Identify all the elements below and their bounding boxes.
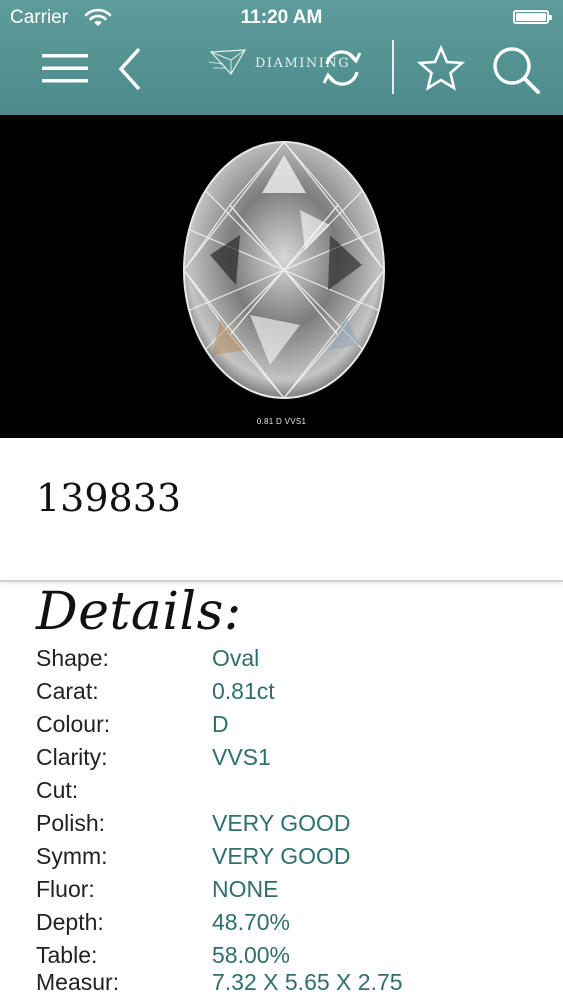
detail-row-cut: Cut: xyxy=(0,777,563,809)
detail-label: Fluor: xyxy=(36,876,95,902)
battery-icon xyxy=(513,10,552,24)
back-chevron-icon[interactable] xyxy=(112,44,148,94)
detail-row-measurements: Measur: 7.32 X 5.65 X 2.75 xyxy=(0,969,563,1001)
top-bar: Carrier 11:20 AM DIAMINING xyxy=(0,0,563,115)
detail-row-fluor: Fluor: NONE xyxy=(0,876,563,908)
menu-icon[interactable] xyxy=(40,50,90,86)
detail-label: Table: xyxy=(36,942,98,968)
diamond-logo-icon xyxy=(208,49,247,76)
stock-number-section: 139833 xyxy=(0,438,563,582)
diamond-photo: 0.81 D VVS1 xyxy=(0,115,563,438)
detail-value: VERY GOOD xyxy=(212,843,351,869)
detail-label: Measur: xyxy=(36,969,120,995)
detail-row-carat: Carat: 0.81ct xyxy=(0,678,563,710)
photo-caption: 0.81 D VVS1 xyxy=(256,417,307,426)
detail-value: VVS1 xyxy=(212,744,271,770)
detail-value: D xyxy=(212,711,229,737)
detail-value: NONE xyxy=(212,876,279,902)
detail-value: 48.70% xyxy=(212,909,291,935)
detail-label: Shape: xyxy=(36,645,109,671)
detail-label: Colour: xyxy=(36,711,111,737)
detail-row-depth: Depth: 48.70% xyxy=(0,909,563,941)
detail-row-polish: Polish: VERY GOOD xyxy=(0,810,563,842)
details-heading: Details: xyxy=(36,582,242,642)
detail-value: Oval xyxy=(212,645,260,671)
detail-row-symmetry: Symm: VERY GOOD xyxy=(0,843,563,875)
detail-value: 58.00% xyxy=(212,942,291,968)
detail-row-clarity: Clarity: VVS1 xyxy=(0,744,563,776)
star-icon[interactable] xyxy=(416,44,466,94)
oval-diamond-image xyxy=(183,141,385,399)
detail-label: Polish: xyxy=(36,810,106,836)
stock-number: 139833 xyxy=(36,476,182,520)
detail-value: 7.32 X 5.65 X 2.75 xyxy=(212,969,403,995)
status-bar: Carrier 11:20 AM xyxy=(0,0,563,36)
detail-row-colour: Colour: D xyxy=(0,711,563,743)
refresh-icon[interactable] xyxy=(318,42,366,94)
detail-row-shape: Shape: Oval xyxy=(0,645,563,677)
search-icon[interactable] xyxy=(488,42,544,98)
detail-label: Clarity: xyxy=(36,744,108,770)
detail-label: Depth: xyxy=(36,909,104,935)
detail-value: VERY GOOD xyxy=(212,810,351,836)
detail-label: Carat: xyxy=(36,678,99,704)
clock: 11:20 AM xyxy=(240,7,323,28)
detail-value: 0.81ct xyxy=(212,678,275,704)
detail-label: Symm: xyxy=(36,843,108,869)
nav-divider xyxy=(392,40,394,94)
navigation-bar: DIAMINING xyxy=(0,36,563,115)
detail-label: Cut: xyxy=(36,777,79,803)
